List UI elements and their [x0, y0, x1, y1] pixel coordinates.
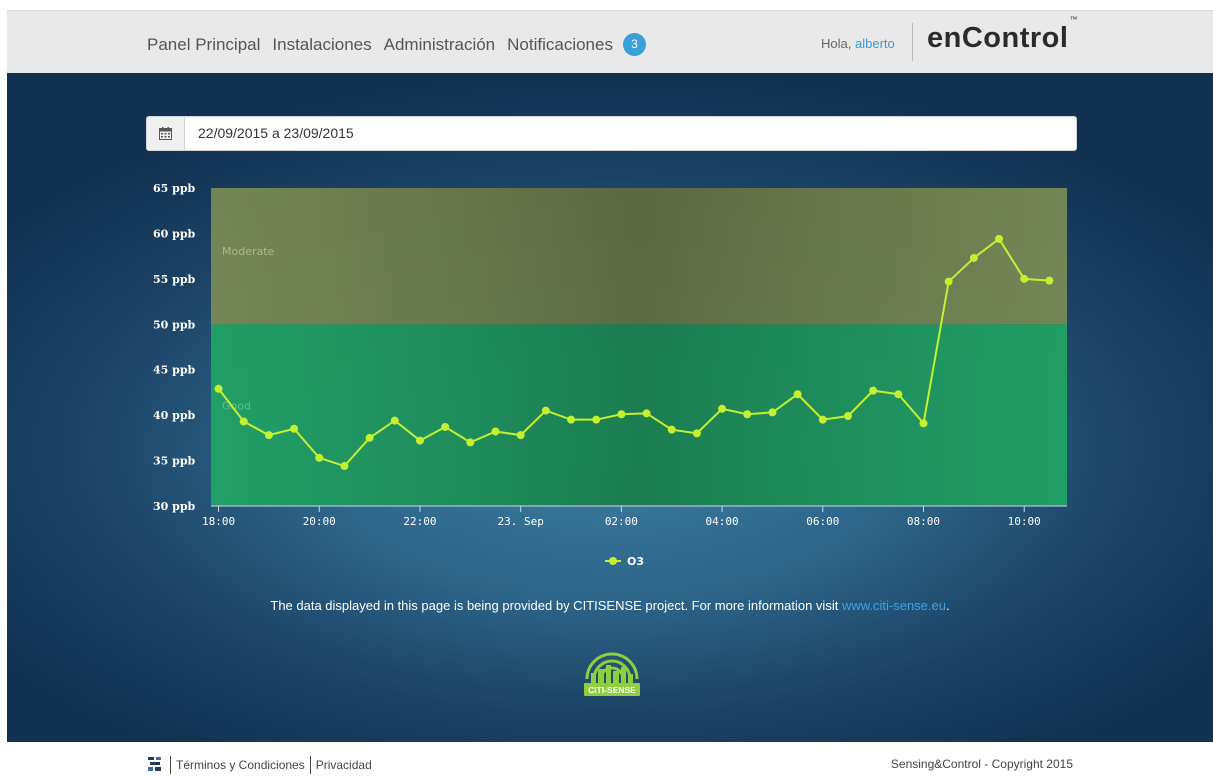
data-point — [843, 412, 852, 421]
data-point — [592, 415, 601, 424]
x-tick-label: 10:00 — [1008, 515, 1041, 528]
top-navbar: Panel Principal Instalaciones Administra… — [7, 10, 1213, 73]
nav-administracion[interactable]: Administración — [384, 35, 496, 55]
data-point — [441, 422, 450, 431]
user-greeting: Hola, alberto — [821, 36, 895, 51]
header-divider — [912, 23, 913, 61]
nav-notificaciones[interactable]: Notificaciones — [507, 35, 613, 55]
x-tick-label: 02:00 — [605, 515, 638, 528]
data-point — [894, 390, 903, 399]
data-point — [718, 404, 727, 413]
y-tick-label: 55 ppb — [153, 273, 196, 286]
y-tick-label: 50 ppb — [153, 318, 196, 331]
legend-marker — [609, 557, 617, 565]
y-tick-label: 60 ppb — [153, 227, 196, 240]
data-point — [869, 386, 878, 395]
data-point — [567, 415, 576, 424]
data-point — [214, 384, 223, 393]
x-tick-label: 08:00 — [907, 515, 940, 528]
footer-links: Términos y Condiciones Privacidad — [170, 756, 377, 774]
data-point — [415, 436, 424, 445]
data-point — [1020, 274, 1029, 283]
data-point — [692, 429, 701, 438]
logo-tm: ™ — [1069, 15, 1078, 25]
citi-sense-logo: CITI-SENSE — [581, 629, 643, 704]
x-tick-label: 22:00 — [403, 515, 436, 528]
greeting-text: Hola, — [821, 36, 852, 51]
x-tick-label: 20:00 — [303, 515, 336, 528]
x-tick-label: 23. Sep — [497, 515, 543, 528]
notification-badge[interactable]: 3 — [622, 33, 646, 56]
terms-link[interactable]: Términos y Condiciones — [171, 758, 310, 772]
citi-logo-text: CITI-SENSE — [588, 685, 636, 695]
data-point — [768, 408, 777, 417]
data-point — [667, 425, 676, 434]
data-point — [315, 453, 324, 462]
data-source-text: The data displayed in this page is being… — [270, 598, 842, 613]
legend-label: O3 — [627, 555, 644, 568]
data-point — [642, 409, 651, 418]
y-tick-label: 65 ppb — [153, 182, 196, 195]
data-point — [944, 277, 953, 286]
data-point — [239, 417, 248, 426]
main-nav: Panel Principal Instalaciones Administra… — [147, 33, 646, 56]
data-point — [340, 462, 349, 471]
data-point — [995, 234, 1004, 243]
chart-svg: ModerateGood30 ppb35 ppb40 ppb45 ppb50 p… — [153, 182, 1067, 568]
data-point — [365, 433, 374, 442]
data-point — [264, 431, 273, 440]
data-source-note: The data displayed in this page is being… — [7, 598, 1213, 613]
date-range-picker[interactable]: 22/09/2015 a 23/09/2015 — [146, 116, 1077, 151]
data-point — [617, 410, 626, 419]
y-tick-label: 30 ppb — [153, 500, 196, 513]
y-tick-label: 45 ppb — [153, 364, 196, 377]
privacy-link[interactable]: Privacidad — [311, 758, 377, 772]
data-point — [390, 416, 399, 425]
data-point — [516, 431, 525, 440]
data-point — [290, 424, 299, 433]
data-point — [541, 406, 550, 415]
x-tick-label: 04:00 — [706, 515, 739, 528]
data-point — [818, 415, 827, 424]
o3-chart: Moderate Good 30 ppb 35 ppb 40 ppb 45 ppb 50 p… — [147, 173, 1077, 593]
sensing-control-icon — [147, 756, 163, 777]
data-point — [1045, 276, 1054, 285]
plot-shading — [211, 188, 1067, 506]
nav-panel-principal[interactable]: Panel Principal — [147, 35, 260, 55]
data-point — [743, 410, 752, 419]
data-source-period: . — [945, 598, 950, 613]
data-point — [491, 427, 500, 436]
main-panel: 22/09/2015 a 23/09/2015 Moderate Good 30 p… — [7, 73, 1213, 742]
y-tick-label: 40 ppb — [153, 409, 196, 422]
band-label-moderate-text: Moderate — [222, 245, 275, 258]
logo-text: enControl — [927, 22, 1069, 54]
x-tick-label: 18:00 — [202, 515, 235, 528]
calendar-icon[interactable] — [147, 117, 185, 150]
data-point — [919, 419, 928, 428]
encontrol-logo: enControl™ — [927, 15, 1078, 55]
date-range-input[interactable]: 22/09/2015 a 23/09/2015 — [198, 125, 354, 141]
page-footer: Términos y Condiciones Privacidad Sensin… — [0, 742, 1213, 780]
data-point — [969, 253, 978, 262]
user-link[interactable]: alberto — [855, 36, 895, 51]
data-point — [466, 438, 475, 447]
nav-instalaciones[interactable]: Instalaciones — [272, 35, 371, 55]
x-tick-label: 06:00 — [806, 515, 839, 528]
citisense-link[interactable]: www.citi-sense.eu — [842, 598, 946, 613]
data-point — [793, 390, 802, 399]
copyright-text: Sensing&Control - Copyright 2015 — [890, 757, 1073, 771]
y-tick-label: 35 ppb — [153, 455, 196, 468]
